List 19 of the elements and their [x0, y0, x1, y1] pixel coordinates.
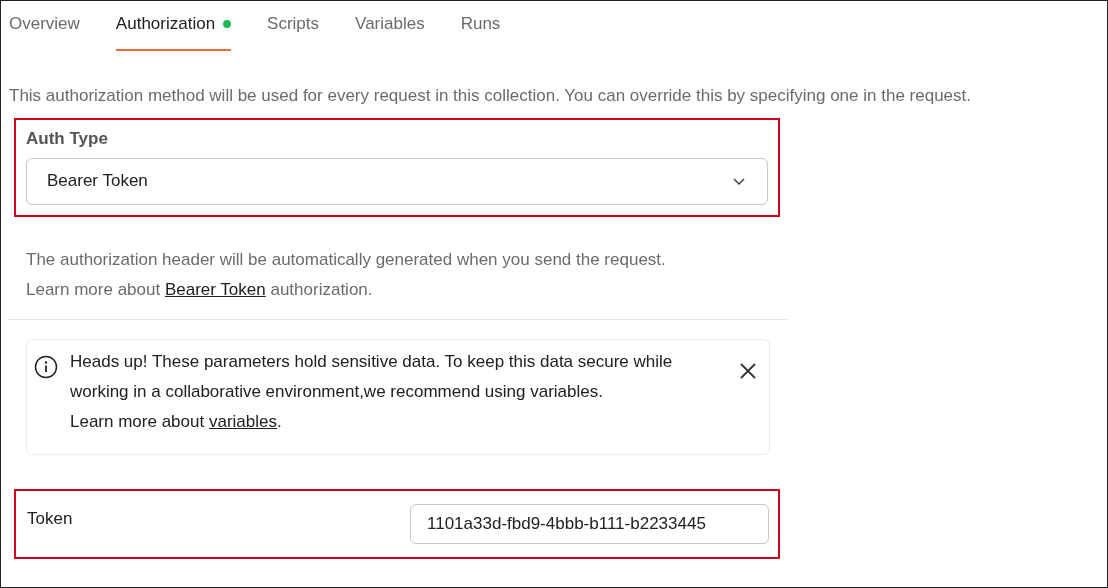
field-label: Token: [27, 507, 73, 530]
close-icon: [739, 361, 757, 380]
alert-text: Learn more about variables.: [70, 410, 283, 433]
tab[interactable]: Variables: [355, 11, 425, 51]
info-icon: [34, 354, 58, 379]
help-text: The authorization header will be automatically generated when you send the request.: [26, 248, 667, 271]
tab[interactable]: Runs: [460, 11, 501, 51]
auth-type-dropdown[interactable]: Bearer Token: [26, 157, 768, 205]
token-field[interactable]: 1101a33d-fbd9-4bbb-b111-b2233445: [410, 503, 769, 544]
close-button[interactable]: [739, 361, 757, 380]
alert-text: Heads up! These parameters hold sensitive data. To keep this data secure while working in a collaborative environment,we recommend using variables.: [70, 350, 674, 403]
field-label: Auth Type: [26, 128, 109, 150]
tab[interactable]: Overview: [9, 11, 80, 51]
variables-link[interactable]: variables: [208, 411, 277, 431]
bearer-token-link[interactable]: Bearer Token: [164, 279, 266, 299]
help-text: Learn more about Bearer Token authorization.: [26, 278, 374, 301]
tab[interactable]: Scripts: [267, 11, 320, 51]
tab[interactable]: Authorization: [115, 11, 232, 51]
description-text: This authorization method will be used for every request in this collection. You can override this by specifying one in the request.: [8, 84, 972, 107]
